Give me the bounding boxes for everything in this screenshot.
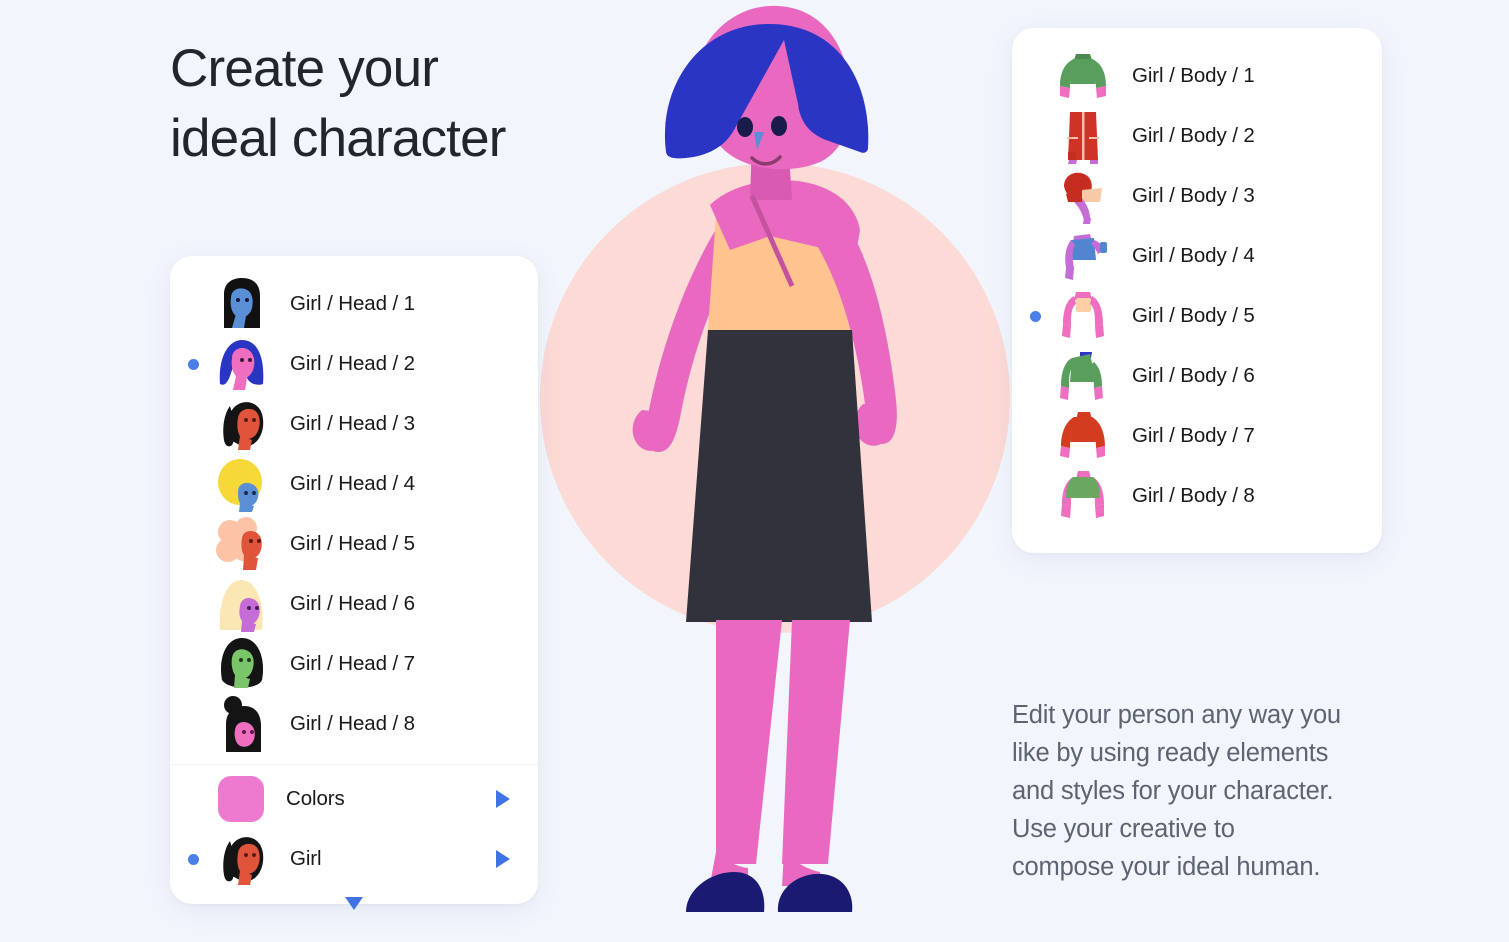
body-thumbnail-icon <box>1056 288 1110 344</box>
colors-row-label: Colors <box>286 787 345 810</box>
list-item-label: Girl / Head / 8 <box>290 712 415 735</box>
body-thumbnail-icon <box>1056 108 1110 164</box>
list-item[interactable]: Girl / Body / 2 <box>1012 106 1382 166</box>
head-options-list: Girl / Head / 1 Girl / Head / 2 Girl / H… <box>170 256 538 920</box>
list-item-label: Girl / Body / 6 <box>1132 364 1255 387</box>
girl-row-label: Girl <box>290 847 322 870</box>
selection-dot <box>188 853 199 865</box>
body-thumbnail-icon <box>1056 228 1110 284</box>
list-item-label: Girl / Body / 2 <box>1132 124 1255 147</box>
list-item[interactable]: Girl / Head / 8 <box>170 694 538 754</box>
list-item[interactable]: Girl / Head / 7 <box>170 634 538 694</box>
list-item[interactable]: Girl / Head / 6 <box>170 574 538 634</box>
head-thumbnail-icon <box>214 276 268 332</box>
description-text: Edit your person any way you like by usi… <box>1012 701 1341 881</box>
head-thumbnail-icon <box>214 456 268 512</box>
head-thumbnail-icon <box>214 396 268 452</box>
character-stage <box>520 0 1020 942</box>
list-item[interactable]: Girl / Head / 5 <box>170 514 538 574</box>
body-thumbnail-icon <box>1056 408 1110 464</box>
list-item-label: Girl / Head / 7 <box>290 652 415 675</box>
list-item[interactable]: Girl / Body / 4 <box>1012 226 1382 286</box>
body-thumbnail-icon <box>1056 468 1110 524</box>
list-item[interactable]: Girl / Body / 7 <box>1012 406 1382 466</box>
list-item-label: Girl / Head / 6 <box>290 592 415 615</box>
list-item-label: Girl / Body / 5 <box>1132 304 1255 327</box>
chevron-down-icon[interactable] <box>345 897 363 910</box>
head-thumbnail-icon <box>214 516 268 572</box>
list-item-label: Girl / Head / 4 <box>290 472 415 495</box>
girl-avatar-icon <box>214 831 268 887</box>
list-item-label: Girl / Body / 7 <box>1132 424 1255 447</box>
color-swatch-icon <box>218 776 264 822</box>
list-item[interactable]: Girl / Body / 1 <box>1012 46 1382 106</box>
chevron-right-icon[interactable] <box>496 790 510 808</box>
head-thumbnail-icon <box>214 576 268 632</box>
girl-row[interactable]: Girl <box>170 829 538 889</box>
list-item-label: Girl / Head / 5 <box>290 532 415 555</box>
body-thumbnail-icon <box>1056 348 1110 404</box>
colors-row[interactable]: Colors <box>170 769 538 829</box>
list-item[interactable]: Girl / Head / 4 <box>170 454 538 514</box>
head-options-panel: Girl / Head / 1 Girl / Head / 2 Girl / H… <box>170 256 538 910</box>
list-item-label: Girl / Head / 2 <box>290 352 415 375</box>
list-item[interactable]: Girl / Body / 5 <box>1012 286 1382 346</box>
selection-dot <box>1030 310 1041 322</box>
body-thumbnail-icon <box>1056 48 1110 104</box>
list-item[interactable]: Girl / Head / 1 <box>170 274 538 334</box>
character-illustration <box>632 5 897 912</box>
head-thumbnail-icon <box>214 696 268 752</box>
list-item-label: Girl / Body / 4 <box>1132 244 1255 267</box>
list-item[interactable]: Girl / Body / 3 <box>1012 166 1382 226</box>
body-options-panel: Girl / Body / 1 Girl / Body / 2 Girl / B… <box>1012 28 1382 553</box>
head-thumbnail-icon <box>214 336 268 392</box>
list-item[interactable]: Girl / Head / 2 <box>170 334 538 394</box>
body-options-list: Girl / Body / 1 Girl / Body / 2 Girl / B… <box>1012 28 1382 526</box>
list-item-label: Girl / Body / 3 <box>1132 184 1255 207</box>
panel-divider <box>170 764 538 765</box>
body-thumbnail-icon <box>1056 168 1110 224</box>
expand-row[interactable] <box>170 889 538 920</box>
list-item-label: Girl / Head / 3 <box>290 412 415 435</box>
list-item-label: Girl / Body / 1 <box>1132 64 1255 87</box>
list-item-label: Girl / Head / 1 <box>290 292 415 315</box>
list-item[interactable]: Girl / Body / 8 <box>1012 466 1382 526</box>
head-thumbnail-icon <box>214 636 268 692</box>
list-item[interactable]: Girl / Head / 3 <box>170 394 538 454</box>
list-item-label: Girl / Body / 8 <box>1132 484 1255 507</box>
list-item[interactable]: Girl / Body / 6 <box>1012 346 1382 406</box>
selection-dot <box>188 358 199 370</box>
chevron-right-icon[interactable] <box>496 850 510 868</box>
